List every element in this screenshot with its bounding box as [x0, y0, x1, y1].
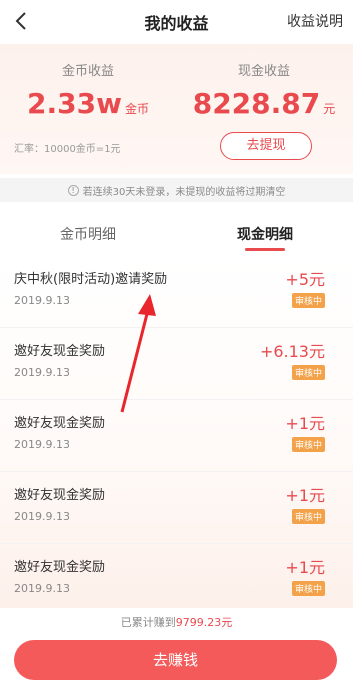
status-badge: 审核中: [291, 437, 325, 452]
status-badge: 审核中: [291, 581, 325, 596]
total-earned-amount: 9799.23元: [175, 616, 233, 629]
expiry-notice-text: 若连续30天未登录，未提现的收益将过期清空: [82, 186, 286, 198]
record-date: 2019.9.13: [14, 438, 70, 451]
withdraw-button[interactable]: 去提现: [220, 132, 312, 160]
cash-earnings-unit: 元: [323, 102, 336, 116]
total-earned-prefix: 已累计赚到: [120, 616, 176, 629]
earnings-summary: 金币收益 2.33w 金币 现金收益 8228.87 元 汇率：10000金币=1元…: [0, 44, 353, 174]
active-tab-indicator: [245, 248, 285, 251]
status-badge: 审核中: [291, 509, 325, 524]
coin-earnings: 金币收益 2.33w 金币: [0, 60, 176, 120]
coin-earnings-unit: 金币: [124, 102, 149, 116]
record-amount: +1元: [285, 486, 325, 505]
cash-record-list: 庆中秋(限时活动)邀请奖励 2019.9.13 +5元 审核中 邀好友现金奖励 …: [0, 256, 353, 608]
record-date: 2019.9.13: [14, 294, 70, 307]
list-item[interactable]: 庆中秋(限时活动)邀请奖励 2019.9.13 +5元 审核中: [0, 256, 353, 328]
exchange-rate-text: 汇率：10000金币=1元: [14, 144, 121, 155]
record-date: 2019.9.13: [14, 582, 70, 595]
status-badge: 审核中: [291, 293, 325, 308]
record-amount: +1元: [285, 558, 325, 577]
record-amount: +6.13元: [259, 342, 325, 361]
list-item[interactable]: 邀好友现金奖励 2019.9.13 +6.13元 审核中: [0, 328, 353, 400]
list-item[interactable]: 邀好友现金奖励 2019.9.13 +1元 审核中: [0, 400, 353, 472]
record-date: 2019.9.13: [14, 510, 70, 523]
arrow-icon: [120, 294, 156, 413]
record-title: 邀好友现金奖励: [14, 344, 106, 359]
earn-money-button[interactable]: 去赚钱: [14, 640, 337, 680]
coin-earnings-label: 金币收益: [61, 64, 114, 79]
list-item[interactable]: 邀好友现金奖励 2019.9.13 +1元 审核中: [0, 544, 353, 616]
top-nav-bar: 我的收益 收益说明: [0, 0, 353, 44]
info-icon: !: [67, 184, 79, 196]
tab-cash-details[interactable]: 现金明细: [205, 224, 325, 244]
coin-earnings-value: 2.33w: [27, 87, 122, 120]
detail-tabs: 金币明细 现金明细: [0, 214, 353, 254]
cash-earnings-label: 现金收益: [237, 64, 290, 79]
list-item[interactable]: 邀好友现金奖励 2019.9.13 +1元 审核中: [0, 472, 353, 544]
record-title: 邀好友现金奖励: [14, 560, 106, 575]
record-date: 2019.9.13: [14, 366, 70, 379]
earnings-help-link[interactable]: 收益说明: [287, 11, 343, 31]
record-amount: +5元: [285, 270, 325, 289]
record-title: 邀好友现金奖励: [14, 416, 106, 431]
record-amount: +1元: [285, 414, 325, 433]
cash-earnings-value: 8228.87: [192, 87, 321, 120]
record-title: 邀好友现金奖励: [14, 488, 106, 503]
total-earned: 已累计赚到9799.23元: [0, 614, 353, 630]
record-title: 庆中秋(限时活动)邀请奖励: [14, 272, 168, 287]
tab-coin-details[interactable]: 金币明细: [28, 224, 148, 244]
cash-earnings: 现金收益 8228.87 元: [176, 60, 352, 120]
expiry-notice: ! 若连续30天未登录，未提现的收益将过期清空: [0, 178, 353, 202]
status-badge: 审核中: [291, 365, 325, 380]
